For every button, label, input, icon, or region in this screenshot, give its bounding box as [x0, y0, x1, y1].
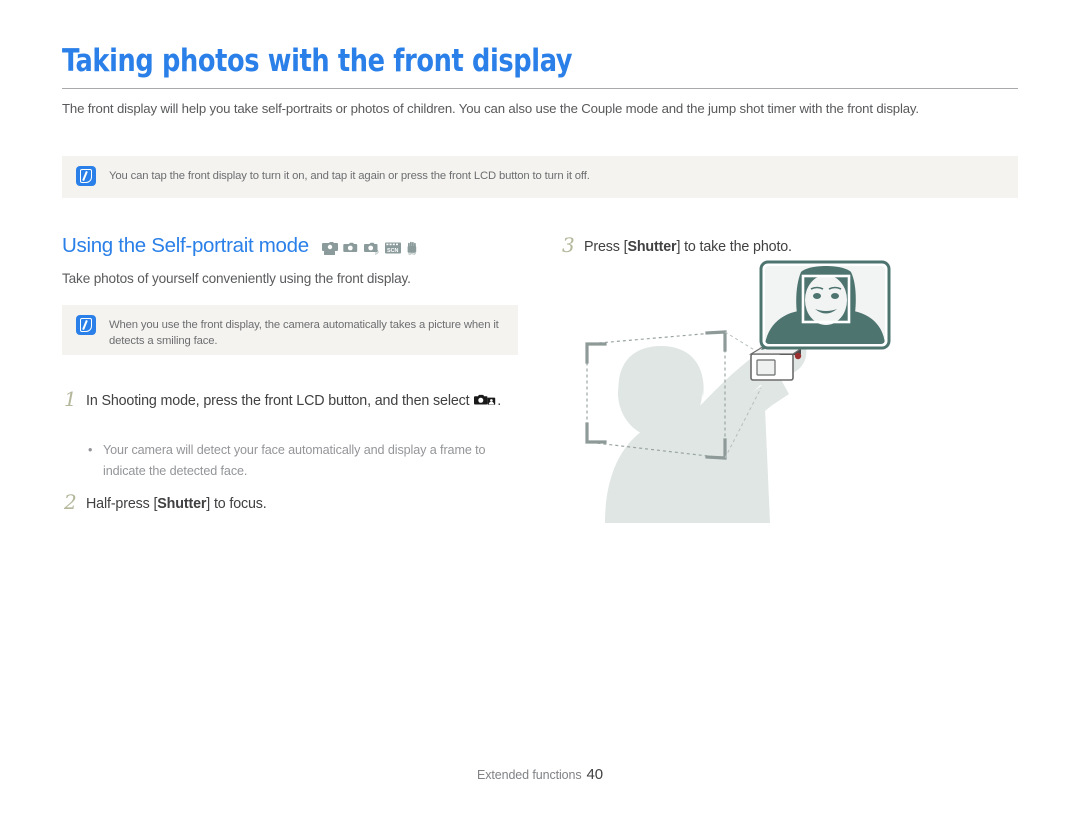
- mode-icon-group: p SCN DIS: [321, 237, 422, 255]
- svg-text:DIS: DIS: [408, 251, 415, 255]
- sub-bullet-text: Your camera will detect your face automa…: [103, 443, 486, 478]
- step-1: 1 In Shooting mode, press the front LCD …: [64, 389, 534, 414]
- bullet-dot: •: [88, 443, 93, 457]
- section-heading: Using the Self-portrait mode p SCN DIS: [62, 234, 422, 258]
- intro-paragraph: The front display will help you take sel…: [62, 101, 919, 116]
- step-3-text-after: ] to take the photo.: [676, 239, 792, 255]
- dis-mode-icon: DIS: [406, 241, 422, 255]
- step-number: 3: [562, 233, 575, 257]
- footer-page-number: 40: [586, 766, 604, 783]
- scene-mode-icon: SCN: [384, 241, 401, 255]
- step-2: 2 Half-press [Shutter] to focus.: [64, 492, 534, 517]
- svg-text:p: p: [375, 250, 379, 255]
- smart-auto-mode-icon: [321, 241, 338, 255]
- step-3-text-before: Press [: [584, 239, 628, 255]
- section-lead-text: Take photos of yourself conveniently usi…: [62, 271, 411, 286]
- step-2-text-after: ] to focus.: [206, 496, 267, 512]
- step-text: In Shooting mode, press the front LCD bu…: [86, 389, 501, 414]
- step-2-bold-key: Shutter: [157, 496, 207, 512]
- step-1-text-after: .: [497, 393, 502, 409]
- step-text: Half-press [Shutter] to focus.: [86, 492, 267, 517]
- note-pen-icon: [76, 315, 96, 335]
- note-text: When you use the front display, the came…: [109, 319, 499, 347]
- section-heading-label: Using the Self-portrait mode: [62, 234, 309, 257]
- note-box-top: You can tap the front display to turn it…: [62, 156, 1018, 198]
- front-display-preview: [759, 260, 891, 350]
- footer-section-label: Extended functions: [476, 768, 582, 782]
- title-divider: [62, 88, 1018, 89]
- step-3-bold-key: Shutter: [627, 239, 677, 255]
- step-text: Press [Shutter] to take the photo.: [584, 235, 792, 260]
- note-text: You can tap the front display to turn it…: [109, 170, 590, 182]
- self-portrait-mode-icon: [474, 391, 496, 405]
- page-title: Taking photos with the front display: [62, 43, 573, 79]
- note-pen-icon: [76, 166, 96, 186]
- step-2-text-before: Half-press [: [86, 496, 158, 512]
- step-1-text-before: In Shooting mode, press the front LCD bu…: [86, 393, 474, 409]
- svg-text:SCN: SCN: [387, 248, 398, 254]
- step-3: 3 Press [Shutter] to take the photo.: [562, 235, 892, 260]
- step-1-sub-bullets: • Your camera will detect your face auto…: [88, 440, 528, 482]
- auto-camera-mode-icon: [343, 241, 359, 255]
- note-box-self-portrait: When you use the front display, the came…: [62, 305, 518, 355]
- step-number: 1: [64, 387, 77, 411]
- self-portrait-illustration: [565, 258, 895, 523]
- list-item: • Your camera will detect your face auto…: [88, 440, 528, 482]
- step-number: 2: [64, 490, 77, 514]
- program-mode-icon: p: [363, 241, 380, 255]
- page-footer: Extended functions 40: [0, 766, 1080, 783]
